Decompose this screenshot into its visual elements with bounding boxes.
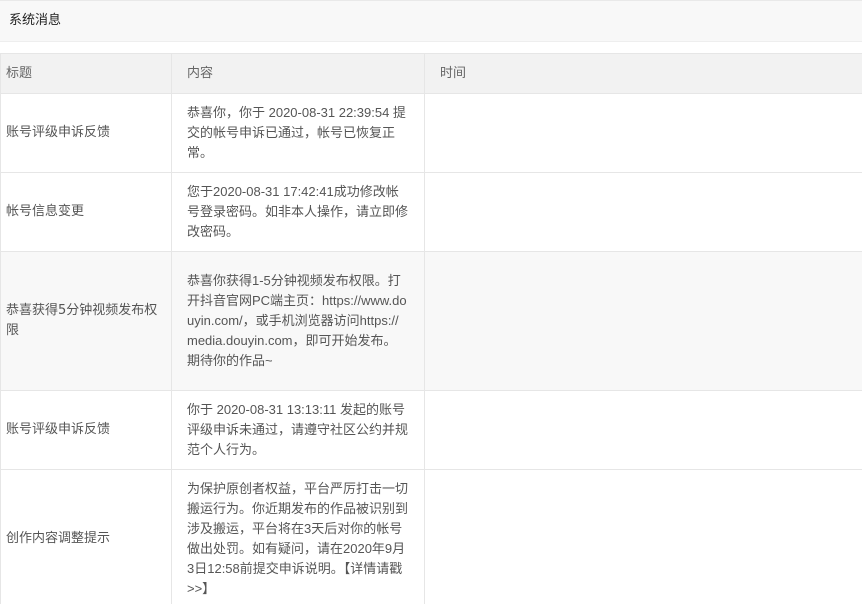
message-time — [424, 172, 862, 252]
message-time — [424, 469, 862, 604]
column-header-title: 标题 — [0, 53, 172, 94]
table-row: 帐号信息变更 您于2020-08-31 17:42:41成功修改帐号登录密码。如… — [0, 172, 862, 252]
message-title: 账号评级申诉反馈 — [0, 390, 172, 470]
system-messages-page: 系统消息 标题 内容 时间 账号评级申诉反馈 恭喜你，你于 2020-08-31… — [0, 0, 862, 604]
message-content: 恭喜你，你于 2020-08-31 22:39:54 提交的帐号申诉已通过，帐号… — [171, 93, 425, 173]
message-time — [424, 390, 862, 470]
table-row: 账号评级申诉反馈 恭喜你，你于 2020-08-31 22:39:54 提交的帐… — [0, 93, 862, 173]
table-row: 恭喜获得5分钟视频发布权限 恭喜你获得1-5分钟视频发布权限。打开抖音官网PC端… — [0, 251, 862, 391]
column-header-content: 内容 — [171, 53, 425, 94]
message-content: 你于 2020-08-31 13:13:11 发起的账号评级申诉未通过，请遵守社… — [171, 390, 425, 470]
message-title: 账号评级申诉反馈 — [0, 93, 172, 173]
message-time — [424, 93, 862, 173]
column-header-time: 时间 — [424, 53, 862, 94]
message-title: 创作内容调整提示 — [0, 469, 172, 604]
table-row: 创作内容调整提示 为保护原创者权益，平台严厉打击一切搬运行为。你近期发布的作品被… — [0, 469, 862, 604]
message-title: 帐号信息变更 — [0, 172, 172, 252]
panel-title: 系统消息 — [9, 13, 62, 28]
message-content: 为保护原创者权益，平台严厉打击一切搬运行为。你近期发布的作品被识别到涉及搬运，平… — [171, 469, 425, 604]
panel-header: 系统消息 — [0, 0, 862, 42]
message-title: 恭喜获得5分钟视频发布权限 — [0, 251, 172, 391]
message-content: 您于2020-08-31 17:42:41成功修改帐号登录密码。如非本人操作，请… — [171, 172, 425, 252]
table-row: 账号评级申诉反馈 你于 2020-08-31 13:13:11 发起的账号评级申… — [0, 390, 862, 470]
message-content: 恭喜你获得1-5分钟视频发布权限。打开抖音官网PC端主页：https://www… — [171, 251, 425, 391]
messages-table: 标题 内容 时间 账号评级申诉反馈 恭喜你，你于 2020-08-31 22:3… — [0, 53, 862, 604]
table-header-row: 标题 内容 时间 — [0, 53, 862, 94]
message-time — [424, 251, 862, 391]
